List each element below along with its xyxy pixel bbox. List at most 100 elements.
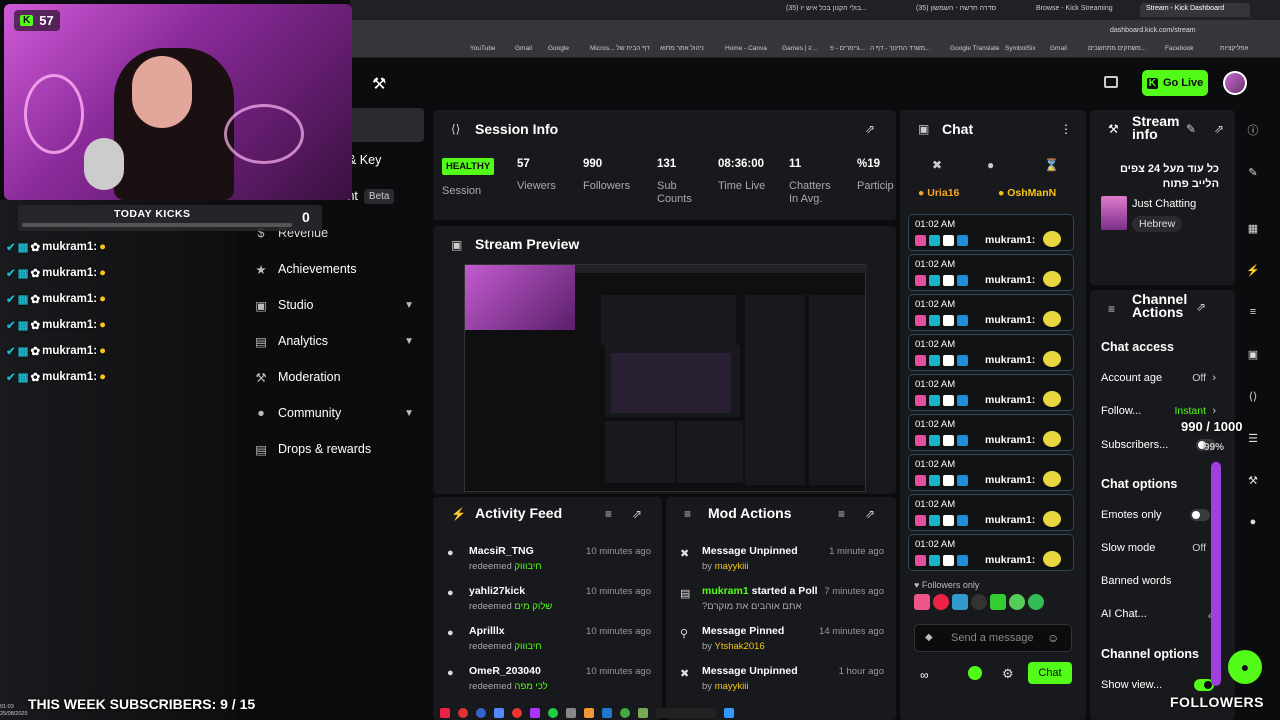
hammer-icon[interactable]: ⚒ xyxy=(372,74,386,94)
stat-sub-counts: 131 Sub Counts xyxy=(657,158,692,205)
chat-message[interactable]: 01:02 AM mukram1: xyxy=(908,334,1074,371)
chat-message[interactable]: 01:02 AM mukram1: xyxy=(908,454,1074,491)
chevron-right-icon: › xyxy=(1212,372,1216,384)
sidebar-item-analytics[interactable]: ▤ Analytics ▼ xyxy=(236,324,428,358)
bookmark[interactable]: Games | ג'... xyxy=(782,45,818,52)
comment-icon[interactable]: ● xyxy=(987,158,994,172)
community-icon[interactable]: ● xyxy=(1243,512,1263,532)
banned-words-row[interactable]: Banned words› xyxy=(1101,575,1216,587)
bookmark[interactable]: Google Translate xyxy=(950,45,1000,52)
ai-chat-row[interactable]: AI Chat...⇗ xyxy=(1101,608,1216,621)
tag-badge[interactable]: Hebrew xyxy=(1132,216,1183,232)
edit-icon[interactable]: ✎ xyxy=(1186,122,1196,136)
chat-message[interactable]: 01:02 AM mukram1: xyxy=(908,534,1074,571)
chat-message[interactable]: 01:02 AM mukram1: xyxy=(908,494,1074,531)
bookmark[interactable]: גיימרים - פ... xyxy=(830,45,865,52)
trash-icon[interactable]: ✖ xyxy=(932,158,942,172)
chat-message[interactable]: 01:02 AM mukram1: xyxy=(908,254,1074,291)
go-live-button[interactable]: K Go Live xyxy=(1142,70,1208,96)
sidebar-item-achievements[interactable]: ★ Achievements xyxy=(236,252,428,286)
emotes-only-toggle[interactable] xyxy=(1190,509,1210,521)
taskbar-app-icon[interactable] xyxy=(476,708,486,718)
browser-tab[interactable]: Browse - Kick Streaming xyxy=(1030,3,1130,17)
sidebar-item-drops-rewards[interactable]: ▤ Drops & rewards xyxy=(236,432,428,466)
taskbar-app-icon[interactable] xyxy=(620,708,630,718)
infinity-icon[interactable]: ∞ xyxy=(920,668,929,682)
lightning-icon[interactable]: ⚡ xyxy=(1243,260,1263,280)
browser-tab[interactable]: (35) סדרה חדשה - השמשון xyxy=(910,3,1020,17)
code-icon[interactable]: ⟨⟩ xyxy=(1243,386,1263,406)
taskbar-app-icon[interactable] xyxy=(494,708,504,718)
subscribers-row[interactable]: Subscribers... xyxy=(1101,439,1216,451)
wrench-icon[interactable]: ⚒ xyxy=(1243,470,1263,490)
taskbar-app-icon[interactable] xyxy=(458,708,468,718)
pinned-user[interactable]: ● Uria16 xyxy=(918,187,959,199)
taskbar-app-icon[interactable] xyxy=(584,708,594,718)
taskbar-app-icon[interactable] xyxy=(530,708,540,718)
bookmark[interactable]: Gmail xyxy=(1050,45,1067,52)
slow-mode-row[interactable]: Slow modeOff› xyxy=(1101,542,1216,554)
chat-message[interactable]: 01:02 AM mukram1: xyxy=(908,214,1074,251)
taskbar-app-icon[interactable] xyxy=(602,708,612,718)
avatar[interactable] xyxy=(1223,71,1247,95)
bookmark[interactable]: SymbolSix xyxy=(1005,45,1036,52)
emotes-only-row[interactable]: Emotes only xyxy=(1101,509,1216,521)
taskbar-app-icon[interactable] xyxy=(440,708,450,718)
emoji-icon[interactable]: ☺ xyxy=(1047,631,1059,645)
chat-message[interactable]: 01:02 AM mukram1: xyxy=(908,414,1074,451)
chat-icon[interactable]: ▣ xyxy=(1243,344,1263,364)
edit-icon[interactable]: ✎ xyxy=(1243,162,1263,182)
info-icon[interactable]: ⓘ xyxy=(1243,120,1263,140)
bookmark[interactable]: משרד החינוך - דף ה... xyxy=(870,45,930,52)
filter-icon[interactable]: ≡ xyxy=(838,507,845,521)
grid-icon[interactable]: ▦ xyxy=(1243,218,1263,238)
sidebar-item-community[interactable]: ● Community ▼ xyxy=(236,396,428,430)
kick-icon[interactable] xyxy=(968,666,982,680)
popout-icon[interactable]: ⇗ xyxy=(632,507,642,521)
popout-icon[interactable]: ⇗ xyxy=(865,122,875,136)
bookmark[interactable]: Facebook xyxy=(1165,45,1194,52)
show-view-row[interactable]: Show view... xyxy=(1101,679,1216,691)
taskbar-search[interactable] xyxy=(656,708,716,718)
pinned-user[interactable]: ● OshManN xyxy=(998,187,1056,199)
taskbar-app-icon[interactable] xyxy=(548,708,558,718)
list-icon[interactable]: ≡ xyxy=(1243,302,1263,322)
panel-title: Chat xyxy=(942,121,974,137)
chat-send-button[interactable]: Chat xyxy=(1028,662,1072,684)
bookmark[interactable]: Home - Canva xyxy=(725,45,767,52)
follow-row[interactable]: Follow... Instant › xyxy=(1101,405,1216,417)
account-age-row[interactable]: Account age Off › xyxy=(1101,372,1216,384)
bookmark[interactable]: Google xyxy=(548,45,569,52)
address-bar[interactable]: dashboard.kick.com/stream xyxy=(350,20,1280,42)
popout-icon[interactable]: ⇗ xyxy=(1196,300,1206,314)
category-name[interactable]: Just Chatting xyxy=(1132,198,1196,210)
browser-tab-active[interactable]: Stream - Kick Dashboard xyxy=(1140,3,1250,17)
chat-message[interactable]: 01:02 AM mukram1: xyxy=(908,294,1074,331)
stream-preview-video[interactable] xyxy=(464,264,867,492)
popout-icon[interactable]: ⇗ xyxy=(865,507,875,521)
more-icon[interactable]: ⋮ xyxy=(1060,122,1072,136)
bookmark[interactable]: YouTube xyxy=(470,45,496,52)
chat-input[interactable]: ◆ Send a message ☺ xyxy=(914,624,1072,652)
taskbar-app-icon[interactable] xyxy=(512,708,522,718)
bookmark[interactable]: Micros... דף הבית של xyxy=(590,45,650,52)
hourglass-icon[interactable]: ⌛ xyxy=(1044,158,1059,172)
bookmark[interactable]: אפליקציות xyxy=(1220,45,1248,52)
chat-message[interactable]: 01:02 AM mukram1: xyxy=(908,374,1074,411)
broadcast-icon[interactable] xyxy=(1104,76,1118,88)
windows-start-icon[interactable] xyxy=(724,708,734,718)
layers-icon[interactable]: ☰ xyxy=(1243,428,1263,448)
browser-tab[interactable]: (35) בולי הקנון בכל איש יו... xyxy=(780,3,880,17)
taskbar-app-icon[interactable] xyxy=(638,708,648,718)
sidebar-item-moderation[interactable]: ⚒ Moderation xyxy=(236,360,428,394)
taskbar-app-icon[interactable] xyxy=(566,708,576,718)
category-thumbnail[interactable] xyxy=(1101,196,1127,230)
filter-icon[interactable]: ≡ xyxy=(605,507,612,521)
gear-icon[interactable]: ⚙ xyxy=(1002,666,1014,682)
bookmark[interactable]: Gmail xyxy=(515,45,532,52)
bookmark[interactable]: משחקים מתחשבים... xyxy=(1088,45,1146,52)
emote-bar[interactable] xyxy=(914,594,1074,616)
popout-icon[interactable]: ⇗ xyxy=(1214,122,1224,136)
sidebar-item-studio[interactable]: ▣ Studio ▼ xyxy=(236,288,428,322)
bookmark[interactable]: ניהול אתר מתוא xyxy=(660,45,704,52)
